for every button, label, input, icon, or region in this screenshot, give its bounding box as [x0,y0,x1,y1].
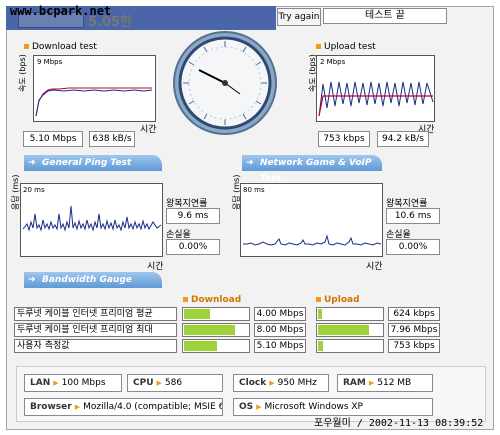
bw-upload-bar [316,323,384,337]
arrow-right-icon: ▶ [269,379,275,387]
game-graph: 80 ms [240,183,383,257]
ram-label: RAM [343,378,366,388]
bw-upload-header-text: Upload [324,295,360,305]
bullet-icon [24,44,29,49]
bw-upload-value: 624 kbps [388,307,440,321]
footer-timestamp: 포우월미 / 2002-11-13 08:39:52 [314,418,484,429]
cpu-label: CPU [133,378,154,388]
ping-graph: 20 ms [20,183,163,257]
watermark: www.bcpark.net [10,4,112,18]
bullet-icon [316,297,321,302]
game-scale: 80 ms [243,186,265,194]
ping-rtt: 9.6 ms [166,208,220,224]
upload-kbps: 753 kbps [318,131,370,147]
bandwidth-gauge-tag: Bandwidth Gauge [24,272,162,288]
bw-upload-header: Upload [316,295,360,305]
bw-download-value: 8.00 Mbps [254,323,306,337]
bw-download-value: 4.00 Mbps [254,307,306,321]
bullet-icon [316,44,321,49]
bw-download-bar [182,323,250,337]
clock-value: 950 MHz [277,378,317,388]
arrow-right-icon: ▶ [368,379,375,387]
os-label: OS [239,402,254,412]
ping-xlabel: 시간 [147,262,164,272]
ping-loss: 0.00% [166,239,220,255]
game-test-tag: Network Game & VoIP Test [242,155,382,184]
bw-upload-value: 7.96 Mbps [388,323,440,337]
browser-box: Browser ▶ Mozilla/4.0 (compatible; MSIE 6.… [24,398,223,416]
bw-download-bar [182,307,250,321]
upload-graph: 2 Mbps [316,55,435,122]
ping-test-tag: General Ping Test [24,155,162,171]
cpu-box: CPU ▶ 586 [127,374,223,392]
bw-download-fill [184,325,235,335]
lan-value: 100 Mbps [61,378,106,388]
bw-download-value: 5.10 Mbps [254,339,306,353]
ram-box: RAM ▶ 512 MB [337,374,433,392]
bw-download-bar [182,339,250,353]
bw-row-name: 사용자 측정값 [14,339,177,353]
arrow-right-icon: ▶ [256,403,262,411]
status-field: 테스트 끝 [323,8,447,24]
game-loss: 0.00% [386,239,440,255]
arrow-right-icon: ▶ [53,379,59,387]
bw-download-header: Download [183,295,241,305]
bw-upload-bar [316,339,384,353]
try-again-button[interactable]: Try again [277,8,321,26]
browser-label: Browser [30,402,72,412]
cpu-value: 586 [164,378,183,388]
os-value: Microsoft Windows XP [264,402,363,412]
clock-label: Clock [239,378,267,388]
arrow-right-icon: ▶ [156,379,162,387]
download-ylabel: 속도 (bps) [18,54,27,92]
browser-value: Mozilla/4.0 (compatible; MSIE 6.0 [83,402,223,412]
download-mbps: 5.10 Mbps [23,131,83,147]
game-rtt: 10.6 ms [386,208,440,224]
upload-title-text: Upload test [324,42,376,52]
speed-gauge [173,31,277,135]
upload-scale: 2 Mbps [320,58,346,66]
bw-download-fill [184,341,217,351]
bw-row-name: 두루넷 케이블 인터넷 프리미엄 최대 [14,323,177,337]
bw-upload-fill [318,309,322,319]
lan-box: LAN ▶ 100 Mbps [24,374,122,392]
bw-upload-value: 753 kbps [388,339,440,353]
bw-row-name: 두루넷 케이블 인터넷 프리미엄 평균 [14,307,177,321]
download-kbs: 638 kB/s [89,131,135,147]
bw-upload-fill [318,341,323,351]
game-xlabel: 시간 [366,262,383,272]
clock-box: Clock ▶ 950 MHz [233,374,329,392]
download-title: Download test [24,42,97,52]
download-xlabel: 시간 [140,125,157,135]
bw-upload-fill [318,325,369,335]
lan-label: LAN [30,378,51,388]
download-title-text: Download test [32,42,97,52]
ram-value: 512 MB [377,378,412,388]
bw-download-fill [184,309,210,319]
bw-upload-bar [316,307,384,321]
upload-kbs: 94.2 kB/s [377,131,429,147]
arrow-right-icon: ▶ [74,403,81,411]
download-graph: 9 Mbps [33,55,156,122]
download-scale: 9 Mbps [37,58,63,66]
ping-scale: 20 ms [23,186,45,194]
bullet-icon [183,297,188,302]
bw-download-header-text: Download [191,295,242,305]
upload-title: Upload test [316,42,376,52]
